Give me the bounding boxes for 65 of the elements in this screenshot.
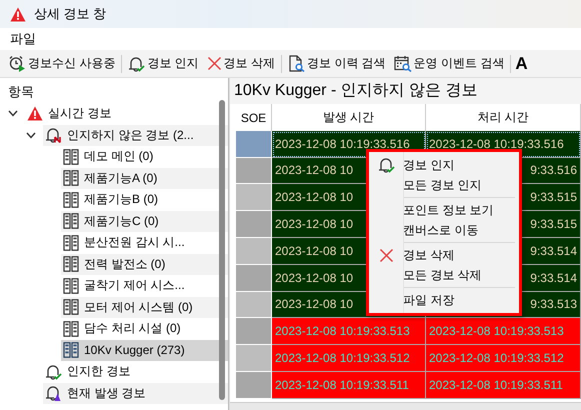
chevron-down-icon[interactable]: [26, 132, 36, 139]
row-header[interactable]: [236, 158, 272, 184]
row-header[interactable]: [236, 184, 272, 212]
tree-item[interactable]: 10Kv Kugger (273): [61, 340, 228, 361]
table-cell: 2023-12-08 10:19:33.512: [426, 345, 581, 372]
tree-item[interactable]: 제품기능C (0): [61, 210, 228, 232]
delete-icon: [206, 56, 222, 71]
server-rack-icon: [63, 278, 79, 294]
scrollbar[interactable]: [230, 402, 581, 410]
panel-title: 10Kv Kugger - 인지하지 않은 경보: [230, 78, 581, 104]
window-title: 상세 경보 창: [34, 5, 106, 23]
calendar-search-icon: [394, 55, 412, 72]
chevron-down-icon[interactable]: [8, 110, 18, 118]
row-header[interactable]: [236, 318, 272, 346]
document-search-icon: [288, 55, 306, 72]
bell-check-icon: [45, 364, 62, 380]
tree-item[interactable]: 제품기능A (0): [61, 168, 228, 189]
row-header[interactable]: [236, 211, 272, 238]
panel-header: 항목: [7, 83, 35, 101]
toolbar-button[interactable]: 경보 인지: [124, 53, 203, 74]
table-cell: 2023-12-08 10:19:33.511: [426, 372, 581, 399]
row-header[interactable]: [236, 372, 272, 399]
alarm-clock-icon: [8, 55, 26, 72]
table-cell: 2023-12-08 10:19:33.512: [272, 345, 426, 372]
server-rack-icon: [63, 148, 79, 165]
toolbar-button[interactable]: 경보수신 사용중: [4, 53, 120, 74]
bell-check-icon: [128, 56, 146, 72]
bell-icon: [45, 127, 62, 144]
server-rack-icon: [63, 299, 79, 316]
row-header[interactable]: [236, 345, 272, 372]
bell-check-icon: [378, 157, 394, 173]
table-cell: 2023-12-08 10:19:33.513: [272, 318, 426, 346]
server-rack-icon: [63, 192, 79, 208]
table-cell: 2023-12-08 10:19:33.513: [426, 318, 581, 346]
warning-icon: [10, 6, 26, 22]
row-header[interactable]: [236, 292, 272, 318]
tree-item[interactable]: 담수 처리 시설 (0): [61, 318, 228, 340]
tree-item[interactable]: 인지한 경보: [43, 361, 228, 382]
tree-item[interactable]: 전력 발전소 (0): [61, 254, 228, 275]
toolbar-button[interactable]: 운영 이벤트 검색: [390, 53, 508, 74]
row-header[interactable]: [236, 264, 272, 292]
tree-item[interactable]: 제품기능B (0): [61, 189, 228, 210]
row-header[interactable]: [236, 238, 272, 265]
toolbar-button[interactable]: 경보 삭제: [202, 53, 280, 74]
server-rack-icon: [63, 320, 79, 337]
toolbar-button[interactable]: A: [513, 54, 530, 74]
tree-item[interactable]: 분산전원 감시 시...: [61, 232, 228, 254]
tree-item[interactable]: 인지하지 않은 경보 (2...: [43, 124, 228, 146]
table-cell: 2023-12-08 10:19:33.511: [272, 372, 426, 399]
toolbar-button[interactable]: 경보 이력 검색: [284, 53, 390, 74]
warning-icon: [27, 106, 43, 122]
bell-icon: [45, 385, 62, 402]
delete-icon: [378, 248, 394, 262]
server-rack-icon: [63, 170, 79, 186]
tree-item[interactable]: 현재 발생 경보: [43, 382, 228, 404]
row-header[interactable]: [236, 130, 272, 158]
server-rack-icon: [63, 342, 79, 358]
server-rack-icon: [63, 213, 79, 230]
scrollbar[interactable]: [219, 100, 225, 400]
menu-item[interactable]: 파일: [6, 30, 40, 48]
tree-item[interactable]: 모터 제어 시스템 (0): [61, 296, 228, 318]
tree-item[interactable]: 데모 메인 (0): [61, 146, 228, 168]
tree-item[interactable]: 굴착기 제어 시스...: [61, 275, 228, 296]
server-rack-icon: [63, 256, 79, 272]
server-rack-icon: [63, 234, 79, 251]
